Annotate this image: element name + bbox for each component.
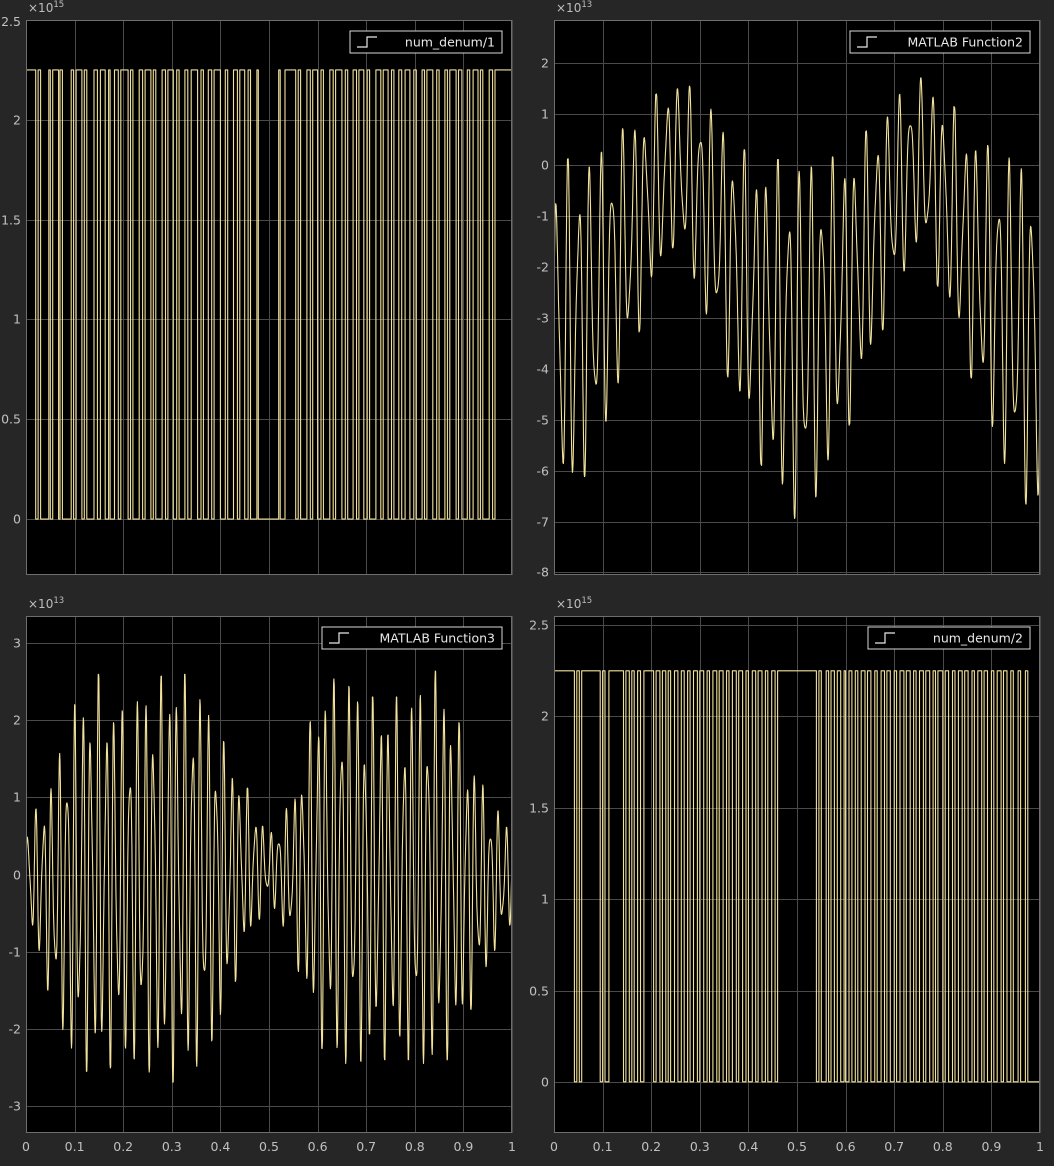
scope-figure: 00.511.522.5×1015num_denum/1 -8-7-6-5-4-…	[1, 0, 1044, 1154]
y-tick-label: 2	[13, 713, 21, 728]
x-tick-label: 0	[22, 1139, 30, 1154]
x-tick-label: 1	[1036, 1139, 1044, 1154]
y-tick-label: -3	[9, 1099, 21, 1114]
axis-exponent-label: ×1015	[28, 0, 64, 15]
y-tick-label: 1	[541, 892, 549, 907]
axes-num-denum-2[interactable]: 0 0.5 1 1.5 2 2.5 0 0.1 0.2 0.3 0.4 0.5 0.6 0.7 0.8 0.9…	[529, 596, 1044, 1154]
x-tick-label: 0.8	[405, 1139, 425, 1154]
x-tick-label: 0.7	[884, 1139, 904, 1154]
y-tick-label: 2	[13, 113, 21, 128]
x-tick-label: 0.4	[738, 1139, 758, 1154]
x-tick-label: 0.6	[308, 1139, 328, 1154]
axes-matlab-function3[interactable]: -3 -2 -1 0 1 2 3 0 0.1 0.2 0.3 0.4 0.5 0.6 0.7 0.8 0.9 1 ×…	[9, 596, 516, 1154]
y-tick-label: 2.5	[1, 14, 21, 29]
x-tick-label: 0.6	[836, 1139, 856, 1154]
axes-matlab-function2[interactable]: -8 -7 -6 -5 -4 -3 -2 -1 0 1 2 ×1013 MATLAB Function2	[537, 0, 1041, 580]
legend[interactable]: num_denum/1	[349, 30, 503, 54]
y-tick-label: -1	[537, 209, 549, 224]
y-tick-label: 1.5	[1, 213, 21, 228]
y-tick-label: 1	[13, 790, 21, 805]
legend-label: num_denum/2	[933, 631, 1023, 646]
y-tick-label: 0	[541, 1075, 549, 1090]
y-tick-label: 0.5	[1, 412, 21, 427]
y-tick-label: -8	[537, 565, 550, 580]
x-tick-label: 0.3	[162, 1139, 182, 1154]
y-tick-label: 2	[541, 709, 549, 724]
legend[interactable]: MATLAB Function2	[849, 30, 1031, 54]
x-tick-label: 0.4	[210, 1139, 230, 1154]
y-tick-label: 0	[541, 158, 549, 173]
axis-exponent-label: ×1015	[556, 596, 592, 611]
legend-label: MATLAB Function3	[380, 631, 495, 646]
axis-exponent-label: ×1013	[28, 596, 64, 611]
x-tick-label: 0.5	[787, 1139, 807, 1154]
x-tick-label: 0.7	[356, 1139, 376, 1154]
y-tick-label: -1	[9, 945, 21, 960]
legend[interactable]: MATLAB Function3	[321, 626, 503, 650]
y-tick-label: 2	[541, 56, 549, 71]
y-tick-label: -7	[537, 515, 549, 530]
y-tick-label: -4	[537, 362, 550, 377]
y-tick-label: 0	[13, 868, 21, 883]
x-tick-label: 0.9	[981, 1139, 1001, 1154]
legend-label: num_denum/1	[405, 35, 495, 50]
x-tick-label: 0.2	[113, 1139, 133, 1154]
y-tick-label: 3	[13, 636, 21, 651]
x-tick-label: 0.3	[690, 1139, 710, 1154]
x-tick-label: 0.2	[641, 1139, 661, 1154]
y-tick-label: -3	[537, 311, 549, 326]
y-tick-label: 0.5	[529, 984, 549, 999]
x-tick-label: 0.8	[933, 1139, 953, 1154]
y-tick-label: -6	[537, 464, 550, 479]
y-tick-label: 2.5	[529, 618, 549, 633]
y-tick-label: -2	[537, 260, 549, 275]
y-tick-label: 1.5	[529, 801, 549, 816]
axis-exponent-label: ×1013	[556, 0, 592, 15]
y-tick-label: 1	[13, 312, 21, 327]
x-tick-label: 0.1	[593, 1139, 613, 1154]
y-tick-label: -5	[537, 413, 549, 428]
x-tick-label: 0.5	[259, 1139, 279, 1154]
legend-label: MATLAB Function2	[908, 35, 1023, 50]
legend[interactable]: num_denum/2	[867, 626, 1031, 650]
x-tick-label: 0.9	[453, 1139, 473, 1154]
axes-num-denum-1[interactable]: 0 0.5 1 1.5 2 2.5 ×1015 num_denum/1	[1, 0, 513, 575]
y-tick-label: 1	[541, 107, 549, 122]
x-tick-label: 0.1	[65, 1139, 85, 1154]
y-tick-label: -2	[9, 1022, 21, 1037]
y-tick-label: 0	[13, 512, 21, 527]
x-tick-label: 1	[508, 1139, 516, 1154]
x-tick-label: 0	[550, 1139, 558, 1154]
